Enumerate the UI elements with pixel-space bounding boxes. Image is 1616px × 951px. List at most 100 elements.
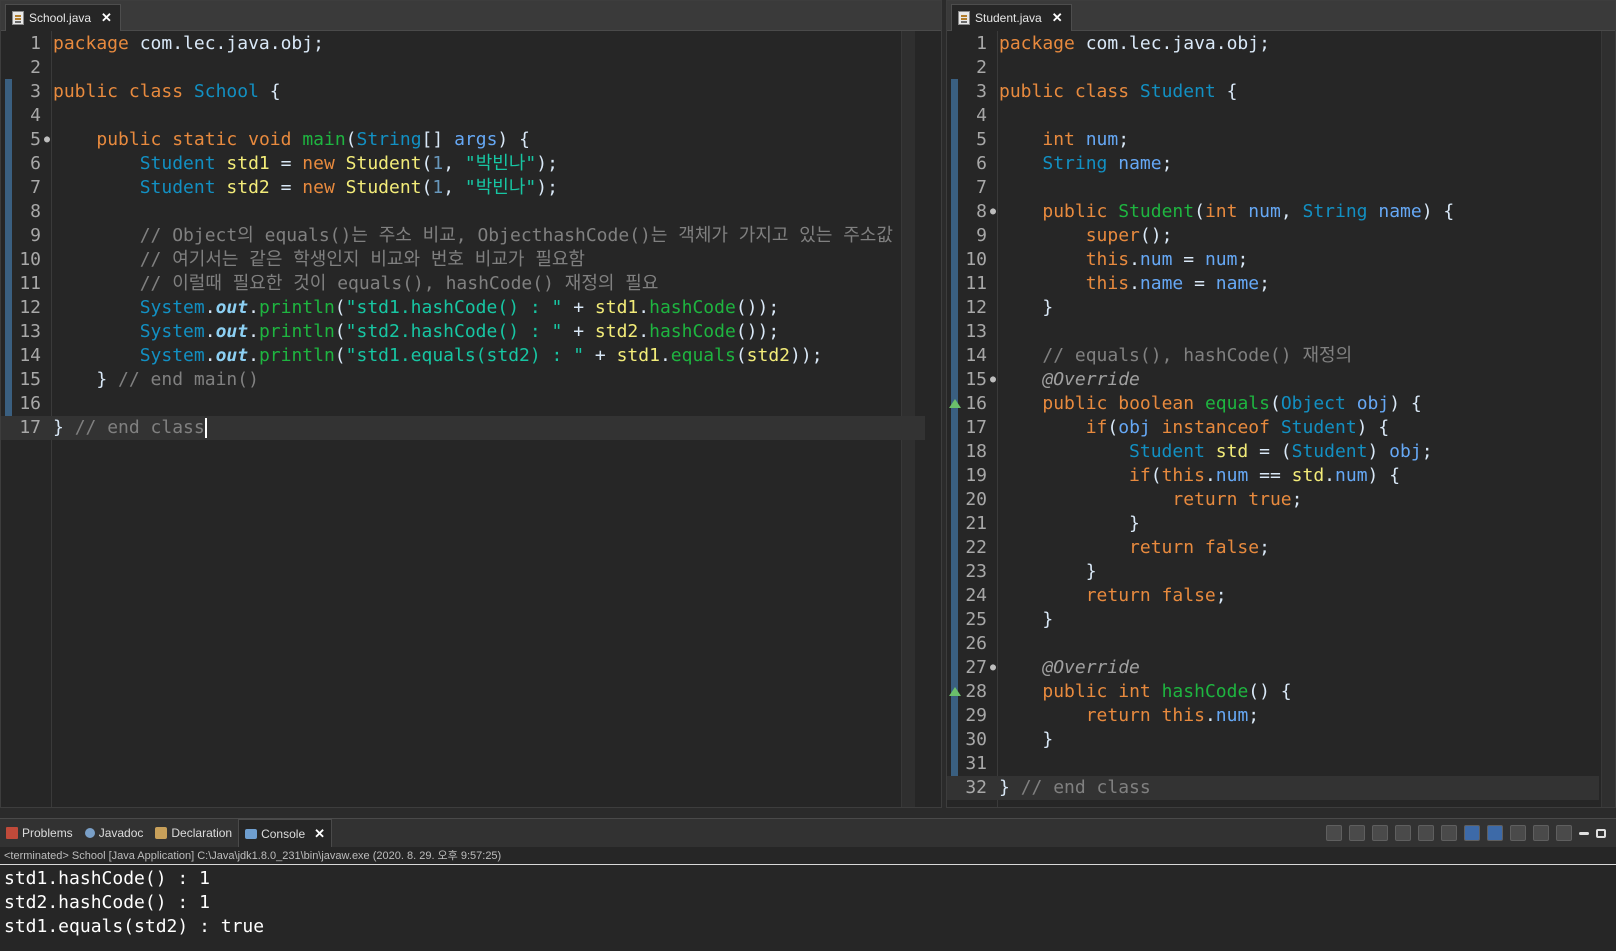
- code-lines[interactable]: 1 package com.lec.java.obj; 2 3 public class…: [947, 32, 1599, 800]
- code-line[interactable]: 13 System.out.println("std2.hashCode() :…: [1, 320, 925, 344]
- code-line[interactable]: 1 package com.lec.java.obj;: [1, 32, 925, 56]
- code-line[interactable]: 4: [947, 104, 1599, 128]
- line-number: 18: [965, 441, 987, 462]
- code-line[interactable]: 1 package com.lec.java.obj;: [947, 32, 1599, 56]
- line-number: 14: [965, 345, 987, 366]
- close-icon[interactable]: ✕: [314, 826, 325, 842]
- code-line[interactable]: 14 // equals(), hashCode() 재정의: [947, 344, 1599, 368]
- maximize-icon[interactable]: [1596, 828, 1606, 838]
- word-wrap-icon[interactable]: [1441, 825, 1457, 841]
- code-text: System.out.println("std1.hashCode() : " …: [53, 296, 779, 320]
- code-line[interactable]: 6 Student std1 = new Student(1, "박빈나");: [1, 152, 925, 176]
- show-on-stderr-icon[interactable]: [1487, 825, 1503, 841]
- student-code-area[interactable]: 1 package com.lec.java.obj; 2 3 public class…: [947, 31, 1615, 807]
- clear-console-icon[interactable]: [1395, 825, 1411, 841]
- code-lines[interactable]: 1 package com.lec.java.obj; 2 3 public class…: [1, 32, 925, 440]
- code-line[interactable]: 26: [947, 632, 1599, 656]
- pin-console-icon[interactable]: [1510, 825, 1526, 841]
- remove-all-terminated-icon[interactable]: [1372, 825, 1388, 841]
- overview-ruler[interactable]: [1601, 31, 1615, 807]
- code-token: ;: [1421, 441, 1433, 462]
- code-line[interactable]: 7 Student std2 = new Student(1, "박빈나");: [1, 176, 925, 200]
- code-line[interactable]: 15 } // end main(): [1, 368, 925, 392]
- code-line[interactable]: 11 this.name = name;: [947, 272, 1599, 296]
- code-line[interactable]: 25 }: [947, 608, 1599, 632]
- code-token: num: [1215, 705, 1249, 726]
- console-output[interactable]: std1.hashCode() : 1 std2.hashCode() : 1 …: [0, 865, 1616, 939]
- code-line[interactable]: 30 }: [947, 728, 1599, 752]
- code-line[interactable]: 2: [947, 56, 1599, 80]
- override-triangle-icon[interactable]: [949, 687, 961, 696]
- code-line[interactable]: 27 ● @Override: [947, 656, 1599, 680]
- code-token: @Override: [1042, 369, 1140, 390]
- tab-school-java[interactable]: School.java ✕: [5, 4, 121, 31]
- code-token: Student: [1280, 417, 1357, 438]
- code-line[interactable]: 5 ● public static void main(String[] args…: [1, 128, 925, 152]
- code-line[interactable]: 24 return false;: [947, 584, 1599, 608]
- display-selected-console-icon[interactable]: [1533, 825, 1549, 841]
- scroll-lock-icon[interactable]: [1418, 825, 1434, 841]
- code-line[interactable]: 3 public class Student {: [947, 80, 1599, 104]
- code-line[interactable]: 17 if(obj instanceof Student) {: [947, 416, 1599, 440]
- remove-launch-icon[interactable]: [1349, 825, 1365, 841]
- tab-console[interactable]: Console ✕: [238, 819, 333, 847]
- code-line[interactable]: 31: [947, 752, 1599, 776]
- school-code-area[interactable]: 1 package com.lec.java.obj; 2 3 public class…: [1, 31, 941, 807]
- code-token: ;: [1237, 249, 1249, 270]
- fold-gutter: [987, 704, 999, 728]
- code-line[interactable]: 12 }: [947, 296, 1599, 320]
- tab-declaration[interactable]: Declaration: [149, 819, 238, 847]
- close-icon[interactable]: ✕: [1052, 10, 1063, 26]
- show-on-stdout-icon[interactable]: [1464, 825, 1480, 841]
- code-line[interactable]: 32} // end class: [947, 776, 1599, 800]
- code-line[interactable]: 17} // end class: [1, 416, 925, 440]
- code-line[interactable]: 22 return false;: [947, 536, 1599, 560]
- minimize-icon[interactable]: [1579, 831, 1589, 835]
- code-line[interactable]: 6 String name;: [947, 152, 1599, 176]
- code-line[interactable]: 13: [947, 320, 1599, 344]
- fold-collapse-icon[interactable]: ●: [987, 656, 999, 680]
- fold-collapse-icon[interactable]: ●: [41, 128, 53, 152]
- open-console-icon[interactable]: [1556, 825, 1572, 841]
- line-number: 13: [19, 321, 41, 342]
- code-line[interactable]: 2: [1, 56, 925, 80]
- code-line[interactable]: 19 if(this.num == std.num) {: [947, 464, 1599, 488]
- code-token: ;: [1215, 585, 1227, 606]
- code-line[interactable]: 21 }: [947, 512, 1599, 536]
- code-line[interactable]: 9 // Object의 equals()는 주소 비교, Objecthash…: [1, 224, 925, 248]
- fold-collapse-icon[interactable]: ●: [987, 200, 999, 224]
- code-line[interactable]: 4: [1, 104, 925, 128]
- code-line[interactable]: 20 return true;: [947, 488, 1599, 512]
- code-line[interactable]: 15 ● @Override: [947, 368, 1599, 392]
- code-token: std1: [594, 297, 639, 318]
- tab-student-java[interactable]: Student.java ✕: [951, 4, 1072, 31]
- code-line[interactable]: 10 // 여기서는 같은 학생인지 비교와 번호 비교가 필요함: [1, 248, 925, 272]
- tab-problems[interactable]: Problems: [0, 819, 79, 847]
- code-line[interactable]: 8: [1, 200, 925, 224]
- tab-javadoc[interactable]: Javadoc: [79, 819, 150, 847]
- terminate-icon[interactable]: [1326, 825, 1342, 841]
- code-token: package: [999, 33, 1075, 54]
- code-line[interactable]: 3 public class School {: [1, 80, 925, 104]
- code-line[interactable]: 16 public boolean equals(Object obj) {: [947, 392, 1599, 416]
- code-line[interactable]: 7: [947, 176, 1599, 200]
- code-line[interactable]: 16: [1, 392, 925, 416]
- code-line[interactable]: 8 ● public Student(int num, String name) …: [947, 200, 1599, 224]
- code-line[interactable]: 29 return this.num;: [947, 704, 1599, 728]
- code-line[interactable]: 18 Student std = (Student) obj;: [947, 440, 1599, 464]
- code-line[interactable]: 11 // 이럴때 필요한 것이 equals(), hashCode() 재정…: [1, 272, 925, 296]
- code-line[interactable]: 9 super();: [947, 224, 1599, 248]
- code-line[interactable]: 14 System.out.println("std1.equals(std2)…: [1, 344, 925, 368]
- code-line[interactable]: 5 int num;: [947, 128, 1599, 152]
- override-triangle-icon[interactable]: [949, 399, 961, 408]
- close-icon[interactable]: ✕: [101, 10, 112, 26]
- code-line[interactable]: 23 }: [947, 560, 1599, 584]
- code-line[interactable]: 28 public int hashCode() {: [947, 680, 1599, 704]
- fold-collapse-icon[interactable]: ●: [987, 368, 999, 392]
- fold-gutter: [41, 272, 53, 296]
- code-line[interactable]: 10 this.num = num;: [947, 248, 1599, 272]
- code-line[interactable]: 12 System.out.println("std1.hashCode() :…: [1, 296, 925, 320]
